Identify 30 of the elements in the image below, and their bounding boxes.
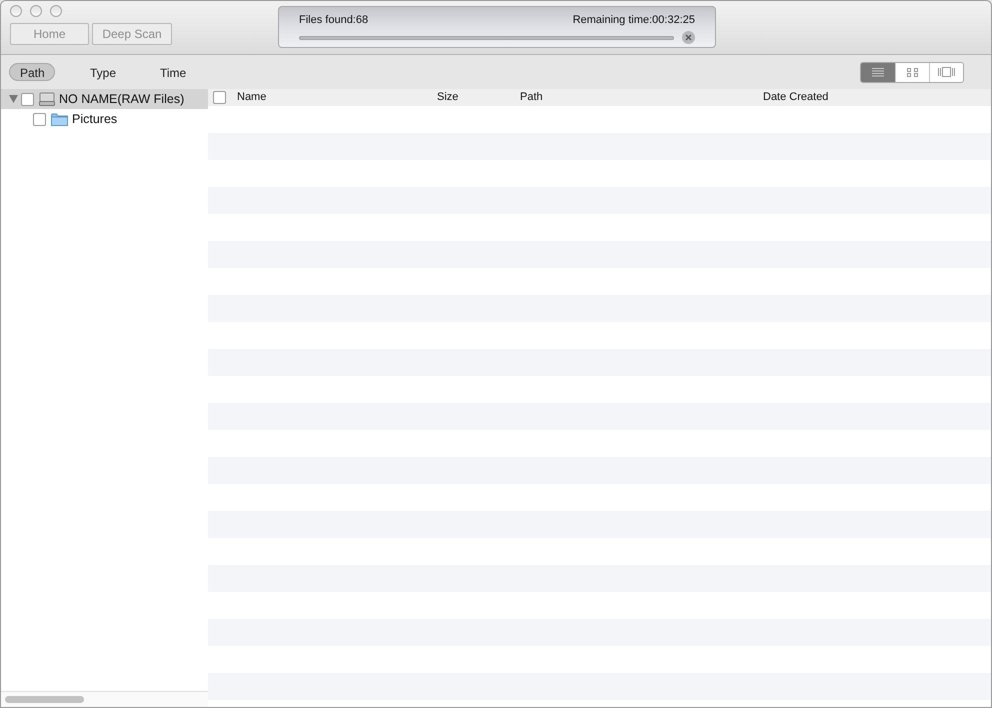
view-mode-button[interactable] [929, 62, 963, 82]
grid-view-icon [907, 68, 918, 76]
cover-flow-icon [938, 67, 955, 77]
folder-icon [51, 112, 68, 126]
column-header[interactable]: Name [237, 91, 266, 104]
filter-tab[interactable]: Path [9, 63, 55, 81]
drive-icon [39, 92, 55, 106]
tree-item-label: Pictures [72, 110, 118, 128]
column-header[interactable]: Date Created [763, 91, 828, 104]
view-mode-button[interactable] [861, 62, 895, 82]
stop-scan-icon[interactable] [682, 31, 695, 44]
tree-item-label: NO NAME(RAW Files) [59, 90, 184, 108]
window-control-button[interactable] [10, 5, 22, 17]
checkbox[interactable] [213, 91, 226, 104]
disclosure-triangle-icon[interactable] [9, 95, 18, 103]
files-found-text: Files found:68 [299, 14, 368, 27]
column-header[interactable]: Path [520, 91, 543, 104]
filter-tab[interactable]: Type [79, 63, 125, 81]
checkbox[interactable] [21, 92, 34, 106]
list-view-icon [872, 68, 884, 76]
tree-row[interactable]: Pictures [1, 109, 208, 129]
remaining-time-text: Remaining time:00:32:25 [572, 14, 695, 27]
filter-tab[interactable]: Time [149, 63, 195, 81]
tree-row[interactable]: NO NAME(RAW Files) [1, 89, 208, 109]
view-mode-button[interactable] [895, 62, 929, 82]
checkbox[interactable] [33, 112, 46, 126]
scrollbar-thumb[interactable] [5, 696, 84, 703]
window-control-button[interactable] [50, 5, 62, 17]
column-header[interactable]: Size [437, 91, 458, 104]
window-control-button[interactable] [30, 5, 42, 17]
